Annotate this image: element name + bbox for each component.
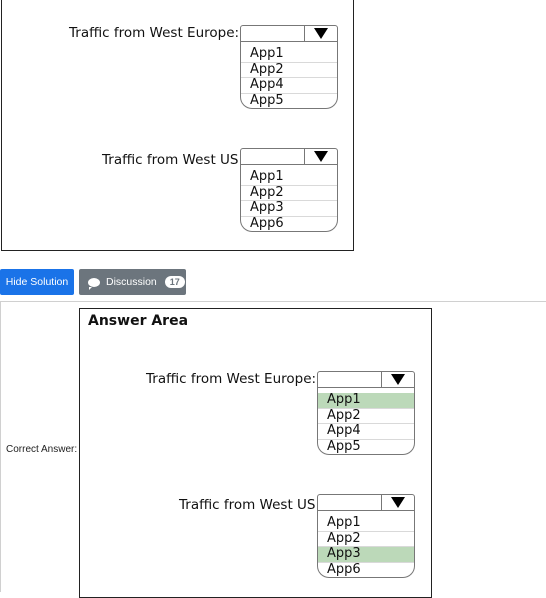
chevron-down-icon[interactable] bbox=[304, 26, 337, 41]
dropdown-option[interactable]: App3 bbox=[241, 200, 337, 216]
discussion-label: Discussion bbox=[106, 276, 157, 288]
chevron-down-icon[interactable] bbox=[304, 149, 337, 164]
west-us-dropdown[interactable]: App1 App2 App3 App6 bbox=[240, 148, 338, 232]
dropdown-option: App4 bbox=[318, 423, 414, 439]
hide-solution-button[interactable]: Hide Solution bbox=[0, 269, 74, 295]
dropdown-option[interactable]: App2 bbox=[241, 61, 337, 78]
dropdown-header bbox=[317, 371, 415, 388]
dropdown-option: App2 bbox=[318, 407, 414, 424]
chevron-down-icon bbox=[381, 372, 414, 387]
west-europe-label: Traffic from West Europe: bbox=[69, 25, 240, 41]
dropdown-options: App1 App2 App3 App6 bbox=[240, 165, 338, 232]
discussion-count-badge: 17 bbox=[164, 276, 185, 288]
dropdown-options: App1 App2 App3 App6 bbox=[317, 511, 415, 578]
west-europe-dropdown[interactable]: App1 App2 App4 App5 bbox=[240, 25, 338, 109]
correct-answer-label: Correct Answer: bbox=[6, 444, 78, 455]
dropdown-option: App6 bbox=[318, 561, 414, 578]
answer-area-title: Answer Area bbox=[88, 313, 189, 329]
dropdown-options: App1 App2 App4 App5 bbox=[240, 42, 338, 109]
dropdown-options: App1 App2 App4 App5 bbox=[317, 388, 415, 455]
west-us-label: Traffic from West US: bbox=[102, 152, 244, 168]
dropdown-header[interactable] bbox=[240, 25, 338, 42]
dropdown-option[interactable]: App1 bbox=[241, 46, 337, 62]
dropdown-option[interactable]: App6 bbox=[241, 215, 337, 232]
dropdown-option[interactable]: App4 bbox=[241, 77, 337, 93]
chat-bubble-icon bbox=[88, 277, 100, 290]
dropdown-option: App1 bbox=[327, 515, 361, 530]
dropdown-option[interactable]: App5 bbox=[241, 92, 337, 109]
selected-option: App1 bbox=[318, 392, 414, 408]
dropdown-header[interactable] bbox=[240, 148, 338, 165]
answer-west-us-dropdown: App1 App2 App3 App6 bbox=[317, 494, 415, 578]
dropdown-option[interactable]: App2 bbox=[241, 184, 337, 201]
dropdown-option: App5 bbox=[318, 438, 414, 455]
selected-option: App3 bbox=[318, 546, 414, 562]
answer-west-europe-dropdown: App1 App2 App4 App5 bbox=[317, 371, 415, 455]
dropdown-option[interactable]: App1 bbox=[241, 169, 337, 185]
dropdown-header bbox=[317, 494, 415, 511]
answer-west-us-label: Traffic from West US: bbox=[179, 497, 321, 513]
chevron-down-icon bbox=[381, 495, 414, 510]
discussion-button[interactable]: Discussion 17 bbox=[79, 269, 186, 295]
answer-west-europe-label: Traffic from West Europe: bbox=[146, 371, 317, 387]
dropdown-option: App2 bbox=[318, 530, 414, 547]
